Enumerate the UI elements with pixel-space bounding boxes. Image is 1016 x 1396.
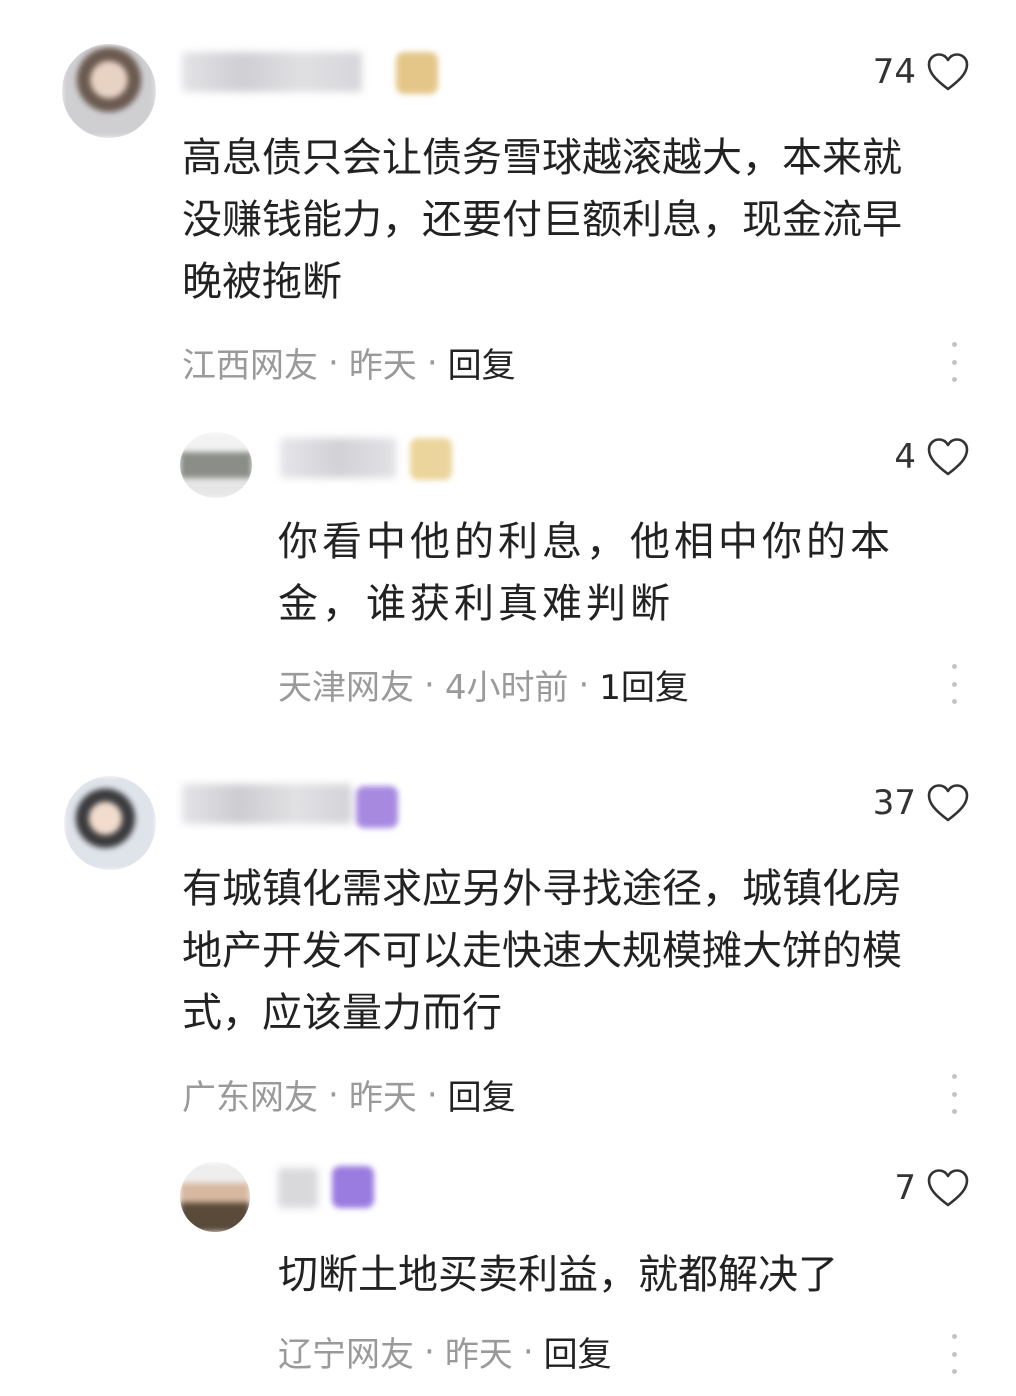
comment-meta: 江西网友 · 昨天 · 回复 — [182, 338, 516, 387]
avatar[interactable] — [62, 44, 156, 138]
timestamp: 4小时前 — [444, 668, 569, 708]
avatar[interactable] — [180, 1162, 250, 1232]
comment-text: 高息债只会让债务雪球越滚越大，本来就没赚钱能力，还要付巨额利息，现金流早晚被拖断 — [182, 135, 902, 305]
timestamp: 昨天 — [348, 1078, 417, 1118]
username-blurred[interactable] — [182, 784, 352, 824]
username-blurred[interactable] — [182, 52, 362, 92]
location: 辽宁网友 — [278, 1335, 414, 1375]
comment-text: 你看中他的利息，他相中你的本金，谁获利真难判断 — [278, 519, 894, 627]
like-count: 37 — [872, 783, 916, 823]
like-count: 7 — [894, 1168, 916, 1208]
like-control[interactable]: 4 — [894, 437, 970, 477]
location: 天津网友 — [278, 668, 414, 708]
location: 广东网友 — [182, 1078, 318, 1118]
avatar[interactable] — [64, 776, 156, 870]
heart-outline-icon[interactable] — [926, 1168, 970, 1208]
separator-dot: · — [424, 664, 435, 705]
like-count: 74 — [872, 52, 916, 92]
separator-dot: · — [424, 1331, 435, 1372]
comment-text: 有城镇化需求应另外寻找途径，城镇化房地产开发不可以走快速大规模摊大饼的模式，应该… — [182, 866, 902, 1036]
comment-meta: 广东网友 · 昨天 · 回复 — [182, 1070, 516, 1119]
heart-outline-icon[interactable] — [926, 52, 970, 92]
user-badge-icon — [410, 438, 452, 480]
vertical-ellipsis-icon[interactable] — [948, 1074, 960, 1114]
user-badge-icon — [356, 786, 398, 828]
username-blurred[interactable] — [278, 1168, 318, 1208]
timestamp: 昨天 — [444, 1335, 513, 1375]
vertical-ellipsis-icon[interactable] — [948, 1334, 960, 1374]
reply-button[interactable]: 回复 — [544, 1327, 612, 1376]
user-badge-icon — [396, 52, 438, 94]
comment-text: 切断土地买卖利益，就都解决了 — [278, 1252, 838, 1298]
reply-button[interactable]: 回复 — [448, 338, 516, 387]
separator-dot: · — [522, 1331, 534, 1372]
user-badge-icon — [332, 1166, 374, 1208]
reply-button[interactable]: 1回复 — [599, 660, 689, 709]
reply-button[interactable]: 回复 — [448, 1070, 516, 1119]
separator-dot: · — [578, 664, 590, 705]
timestamp: 昨天 — [348, 346, 417, 386]
like-count: 4 — [894, 437, 916, 477]
avatar[interactable] — [180, 432, 252, 498]
location: 江西网友 — [182, 346, 318, 386]
comment-meta: 辽宁网友 · 昨天 · 回复 — [278, 1327, 612, 1376]
comment-meta: 天津网友 · 4小时前 · 1回复 — [278, 660, 689, 709]
like-control[interactable]: 7 — [894, 1168, 970, 1208]
separator-dot: · — [426, 1074, 438, 1115]
like-control[interactable]: 74 — [873, 52, 970, 92]
heart-outline-icon[interactable] — [926, 437, 970, 477]
username-blurred[interactable] — [280, 438, 396, 478]
separator-dot: · — [426, 342, 438, 383]
vertical-ellipsis-icon[interactable] — [948, 664, 960, 704]
vertical-ellipsis-icon[interactable] — [948, 342, 960, 382]
separator-dot: · — [328, 342, 339, 383]
separator-dot: · — [328, 1074, 339, 1115]
like-control[interactable]: 37 — [873, 783, 970, 823]
heart-outline-icon[interactable] — [926, 783, 970, 823]
